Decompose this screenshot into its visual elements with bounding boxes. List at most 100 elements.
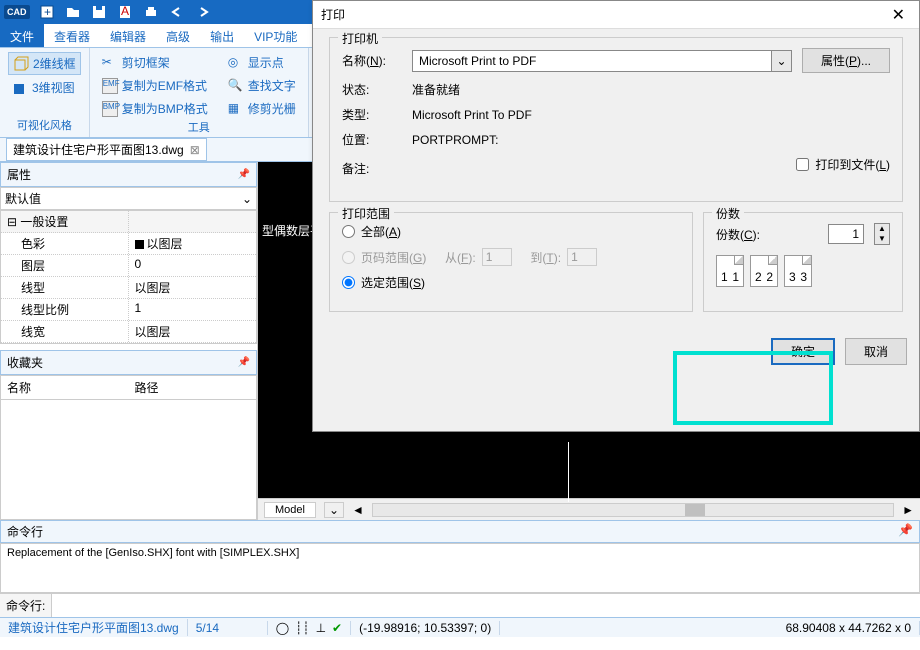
col-name[interactable]: 名称 bbox=[1, 376, 129, 399]
pin-icon[interactable]: 📌 bbox=[898, 523, 913, 540]
copies-spinner[interactable]: ▲▼ bbox=[874, 223, 890, 245]
print-icon[interactable] bbox=[142, 3, 160, 21]
collate-icons: 11 22 33 bbox=[716, 255, 890, 287]
emf-icon: EMF bbox=[102, 78, 118, 94]
search-icon: 🔍 bbox=[228, 78, 244, 94]
pin-icon[interactable]: 📌 bbox=[238, 357, 250, 368]
ribbon-group-label: 可视化风格 bbox=[8, 117, 81, 133]
properties-grid: ⊟ 一般设置 色彩以图层 图层0 线型以图层 线型比例1 线宽以图层 bbox=[0, 210, 257, 344]
printer-legend: 打印机 bbox=[338, 30, 382, 47]
command-output: Replacement of the [GenIso.SHX] font wit… bbox=[0, 543, 920, 593]
bmp-icon: BMP bbox=[102, 101, 118, 117]
redo-icon[interactable] bbox=[194, 3, 212, 21]
undo-icon[interactable] bbox=[168, 3, 186, 21]
prop-row[interactable]: 线型以图层 bbox=[1, 277, 256, 299]
type-label: 类型: bbox=[342, 106, 402, 123]
ribbon-show-point[interactable]: ◎显示点 bbox=[224, 52, 300, 73]
prop-row[interactable]: 色彩以图层 bbox=[1, 233, 256, 255]
tool-icon[interactable]: ┊┊ bbox=[295, 621, 309, 635]
copies-fieldset: 份数 份数(C): ▲▼ 11 22 33 bbox=[703, 212, 903, 312]
printer-fieldset: 打印机 名称(N): Microsoft Print to PDF ⌄ 属性(P… bbox=[329, 37, 903, 202]
cube-2d-icon bbox=[13, 56, 29, 72]
dialog-buttons: 确定 取消 bbox=[313, 330, 919, 373]
tab-editor[interactable]: 编辑器 bbox=[100, 24, 156, 47]
open-icon[interactable] bbox=[64, 3, 82, 21]
scroll-right-icon[interactable]: ► bbox=[902, 503, 914, 517]
properties-header: 属性📌 bbox=[0, 162, 257, 187]
ribbon-copy-bmp[interactable]: BMP复制为BMP格式 bbox=[98, 98, 212, 119]
ok-button[interactable]: 确定 bbox=[771, 338, 835, 365]
prop-section[interactable]: ⊟ 一般设置 bbox=[1, 211, 256, 233]
favorites-header: 收藏夹📌 bbox=[0, 350, 257, 375]
tool-icon[interactable]: ⊥ bbox=[316, 621, 326, 635]
chevron-down-icon: ⌄ bbox=[242, 192, 252, 206]
dialog-titlebar[interactable]: 打印 ✕ bbox=[313, 1, 919, 29]
printer-props-button[interactable]: 属性(P)... bbox=[802, 48, 890, 73]
printer-select[interactable]: Microsoft Print to PDF ⌄ bbox=[412, 50, 792, 72]
prop-row[interactable]: 线宽以图层 bbox=[1, 321, 256, 343]
ribbon-3d-view[interactable]: 3维视图 bbox=[8, 77, 81, 98]
status-label: 状态: bbox=[342, 81, 402, 98]
tool-icon[interactable]: ◯ bbox=[276, 621, 289, 635]
close-icon[interactable]: ✕ bbox=[886, 5, 911, 25]
model-tab[interactable]: Model bbox=[264, 502, 316, 518]
pin-icon[interactable]: 📌 bbox=[238, 169, 250, 180]
comment-label: 备注: bbox=[342, 160, 402, 177]
close-tab-icon[interactable]: ⊠ bbox=[190, 143, 200, 157]
status-dims: 68.90408 x 44.7262 x 0 bbox=[778, 621, 920, 635]
ribbon-trim-raster[interactable]: ▦修剪光栅 bbox=[224, 98, 300, 119]
scroll-left-icon[interactable]: ◄ bbox=[352, 503, 364, 517]
range-legend: 打印范围 bbox=[338, 205, 394, 222]
command-header: 命令行📌 bbox=[0, 520, 920, 543]
range-all-radio[interactable]: 全部(A) bbox=[342, 223, 680, 240]
status-pages: 5/14 bbox=[188, 621, 268, 635]
tab-viewer[interactable]: 查看器 bbox=[44, 24, 100, 47]
app-logo: CAD bbox=[4, 5, 30, 19]
col-path[interactable]: 路径 bbox=[129, 376, 257, 399]
chevron-down-icon[interactable]: ⌄ bbox=[772, 50, 792, 72]
print-to-file-check[interactable]: 打印到文件(L) bbox=[796, 156, 890, 173]
copies-input[interactable] bbox=[828, 224, 864, 244]
dialog-title-text: 打印 bbox=[321, 6, 345, 23]
prop-row[interactable]: 图层0 bbox=[1, 255, 256, 277]
ribbon-group-tools: ✂剪切框架 EMF复制为EMF格式 BMP复制为BMP格式 ◎显示点 🔍查找文字… bbox=[90, 48, 309, 137]
scissors-icon: ✂ bbox=[102, 55, 118, 71]
tool-icon[interactable]: ✔ bbox=[332, 621, 342, 635]
favorites-body[interactable] bbox=[0, 400, 257, 520]
tab-vip[interactable]: VIP功能 bbox=[244, 24, 307, 47]
status-bar: 建筑设计住宅户形平面图13.dwg 5/14 ◯ ┊┊ ⊥ ✔ (-19.989… bbox=[0, 617, 920, 637]
document-tab-name: 建筑设计住宅户形平面图13.dwg bbox=[13, 141, 184, 158]
status-file: 建筑设计住宅户形平面图13.dwg bbox=[0, 619, 188, 636]
status-value: 准备就绪 bbox=[412, 81, 460, 98]
type-value: Microsoft Print To PDF bbox=[412, 108, 532, 122]
model-bar: Model ⌄ ◄ ► bbox=[258, 498, 920, 520]
ribbon-group-label-tools: 工具 bbox=[98, 119, 300, 135]
range-selection-radio[interactable]: 选定范围(S) bbox=[342, 274, 680, 291]
trim-icon: ▦ bbox=[228, 101, 244, 117]
document-tab[interactable]: 建筑设计住宅户形平面图13.dwg ⊠ bbox=[6, 138, 207, 161]
ribbon-copy-emf[interactable]: EMF复制为EMF格式 bbox=[98, 75, 212, 96]
print-dialog: 打印 ✕ 打印机 名称(N): Microsoft Print to PDF ⌄… bbox=[312, 0, 920, 432]
tab-advanced[interactable]: 高级 bbox=[156, 24, 200, 47]
status-coords: (-19.98916; 10.53397; 0) bbox=[351, 621, 500, 635]
properties-dropdown[interactable]: 默认值⌄ bbox=[0, 187, 257, 210]
left-panel: 属性📌 默认值⌄ ⊟ 一般设置 色彩以图层 图层0 线型以图层 线型比例1 线宽… bbox=[0, 162, 258, 520]
h-scrollbar[interactable] bbox=[372, 503, 894, 517]
ribbon-group-visual: 2维线框 3维视图 可视化风格 bbox=[0, 48, 90, 137]
ribbon-clip-frame[interactable]: ✂剪切框架 bbox=[98, 52, 212, 73]
prop-row[interactable]: 线型比例1 bbox=[1, 299, 256, 321]
ribbon-2d-wireframe[interactable]: 2维线框 bbox=[8, 52, 81, 75]
command-input[interactable] bbox=[52, 594, 920, 617]
ribbon-find-text[interactable]: 🔍查找文字 bbox=[224, 75, 300, 96]
new-icon[interactable]: + bbox=[38, 3, 56, 21]
pdf-icon[interactable]: A bbox=[116, 3, 134, 21]
loc-value: PORTPROMPT: bbox=[412, 133, 498, 147]
cube-3d-icon bbox=[12, 80, 28, 96]
cancel-button[interactable]: 取消 bbox=[845, 338, 907, 365]
tab-output[interactable]: 输出 bbox=[200, 24, 244, 47]
command-label: 命令行: bbox=[0, 594, 52, 617]
save-icon[interactable] bbox=[90, 3, 108, 21]
tab-file[interactable]: 文件 bbox=[0, 24, 44, 47]
favorites-columns: 名称 路径 bbox=[0, 375, 257, 400]
layout-dropdown-icon[interactable]: ⌄ bbox=[324, 502, 344, 518]
